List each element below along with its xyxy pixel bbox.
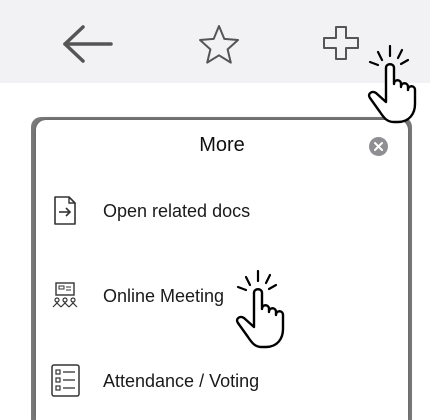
close-button[interactable]	[369, 137, 388, 156]
menu-item-label: Open related docs	[103, 201, 251, 221]
list-icon	[51, 364, 80, 397]
arrow-left-icon	[63, 25, 113, 63]
menu-item-online-meeting[interactable]: Online Meeting	[36, 266, 408, 326]
more-popup: More Open related docs Online Meeting At…	[36, 120, 408, 420]
tap-hand-icon	[235, 269, 285, 349]
close-circle-icon	[374, 142, 383, 151]
menu-item-attendance-voting[interactable]: Attendance / Voting	[36, 351, 408, 411]
open-document-icon	[54, 196, 76, 225]
menu-item-label: Online Meeting	[103, 286, 225, 306]
star-icon	[199, 25, 239, 64]
menu-item-label: Attendance / Voting	[103, 371, 260, 391]
back-button[interactable]	[35, 0, 125, 83]
meeting-icon	[52, 282, 78, 308]
menu-item-open-related-docs[interactable]: Open related docs	[36, 181, 408, 241]
favorite-button[interactable]	[176, 0, 266, 83]
popup-title: More	[199, 134, 245, 156]
tap-hand-icon	[367, 44, 417, 124]
